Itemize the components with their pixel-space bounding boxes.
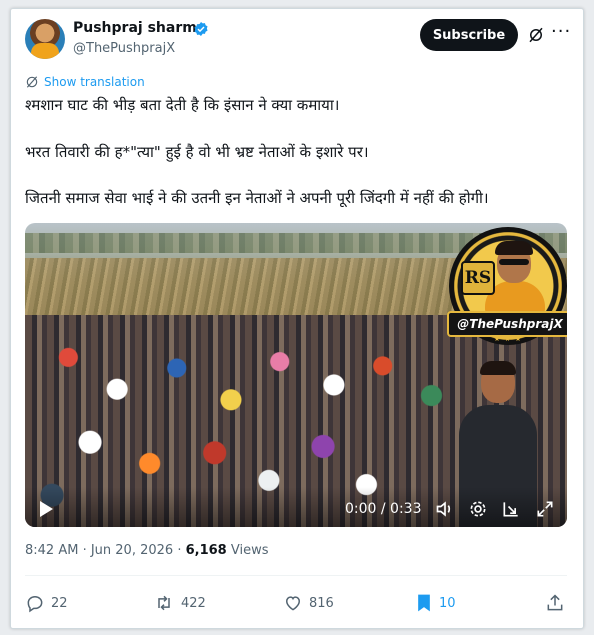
bookmark-button[interactable]: 10 <box>415 593 456 613</box>
post-text-line-3: जितनी समाज सेवा भाई ने की उतनी इन नेताओं… <box>25 189 489 207</box>
bookmark-icon <box>418 594 430 612</box>
show-translation-label: Show translation <box>44 75 145 89</box>
author-name[interactable]: Pushpraj sharma <box>73 20 206 36</box>
more-icon[interactable]: ··· <box>551 21 571 42</box>
translate-icon <box>26 76 38 88</box>
share-button[interactable] <box>545 593 571 613</box>
pip-icon[interactable] <box>501 499 521 519</box>
author-handle[interactable]: @ThePushprajX <box>73 41 175 56</box>
settings-icon[interactable] <box>468 499 488 519</box>
like-button[interactable]: 816 <box>283 593 334 613</box>
divider <box>25 575 567 576</box>
play-icon[interactable] <box>37 499 55 519</box>
action-bar: 22 422 816 10 <box>25 593 567 615</box>
avatar[interactable] <box>25 19 65 59</box>
avatar-figure <box>31 43 59 59</box>
views-label: Views <box>226 543 269 558</box>
fullscreen-icon[interactable] <box>535 499 555 519</box>
show-translation-link[interactable]: Show translation <box>25 75 145 89</box>
verified-badge-icon <box>194 22 208 36</box>
repost-count: 422 <box>181 595 206 611</box>
post-text-line-2: भरत तिवारी की ह*"त्या" हुई है वो भी भ्रष… <box>25 143 369 161</box>
share-icon <box>547 594 563 611</box>
post-text-line-1: श्मशान घाट की भीड़ बता देती है कि इंसान … <box>25 96 340 114</box>
video-controls: 0:00 / 0:33 <box>25 487 567 527</box>
repost-button[interactable]: 422 <box>153 593 206 613</box>
video-player[interactable]: RS @ThePushprajX ★ ★ ★ 0:00 / 0:33 <box>25 223 567 527</box>
views-count: 6,168 <box>185 543 227 558</box>
subscribe-button[interactable]: Subscribe <box>420 19 518 51</box>
repost-icon <box>158 595 170 611</box>
watermark-badge: RS @ThePushprajX ★ ★ ★ <box>447 227 567 345</box>
reply-button[interactable]: 22 <box>25 593 68 613</box>
watermark-handle: @ThePushprajX <box>447 311 567 337</box>
volume-icon[interactable] <box>435 499 455 519</box>
reply-icon <box>27 595 43 613</box>
bookmark-count: 10 <box>439 595 456 611</box>
meta-separator: · <box>78 543 91 558</box>
post-time[interactable]: 8:42 AM <box>25 543 78 558</box>
watermark-logo: RS <box>461 261 495 295</box>
meta-separator-2: · <box>173 543 186 558</box>
post-meta: 8:42 AM · Jun 20, 2026 · 6,168 Views <box>25 543 268 558</box>
like-icon <box>285 596 301 611</box>
reply-count: 22 <box>51 595 68 611</box>
like-count: 816 <box>309 595 334 611</box>
video-time: 0:00 / 0:33 <box>345 501 422 517</box>
tweet-card: Pushpraj sharma @ThePushprajX Subscribe … <box>10 8 584 629</box>
post-date[interactable]: Jun 20, 2026 <box>91 543 173 558</box>
grok-icon[interactable] <box>527 26 545 44</box>
watermark-stars: ★ ★ ★ <box>493 335 523 343</box>
